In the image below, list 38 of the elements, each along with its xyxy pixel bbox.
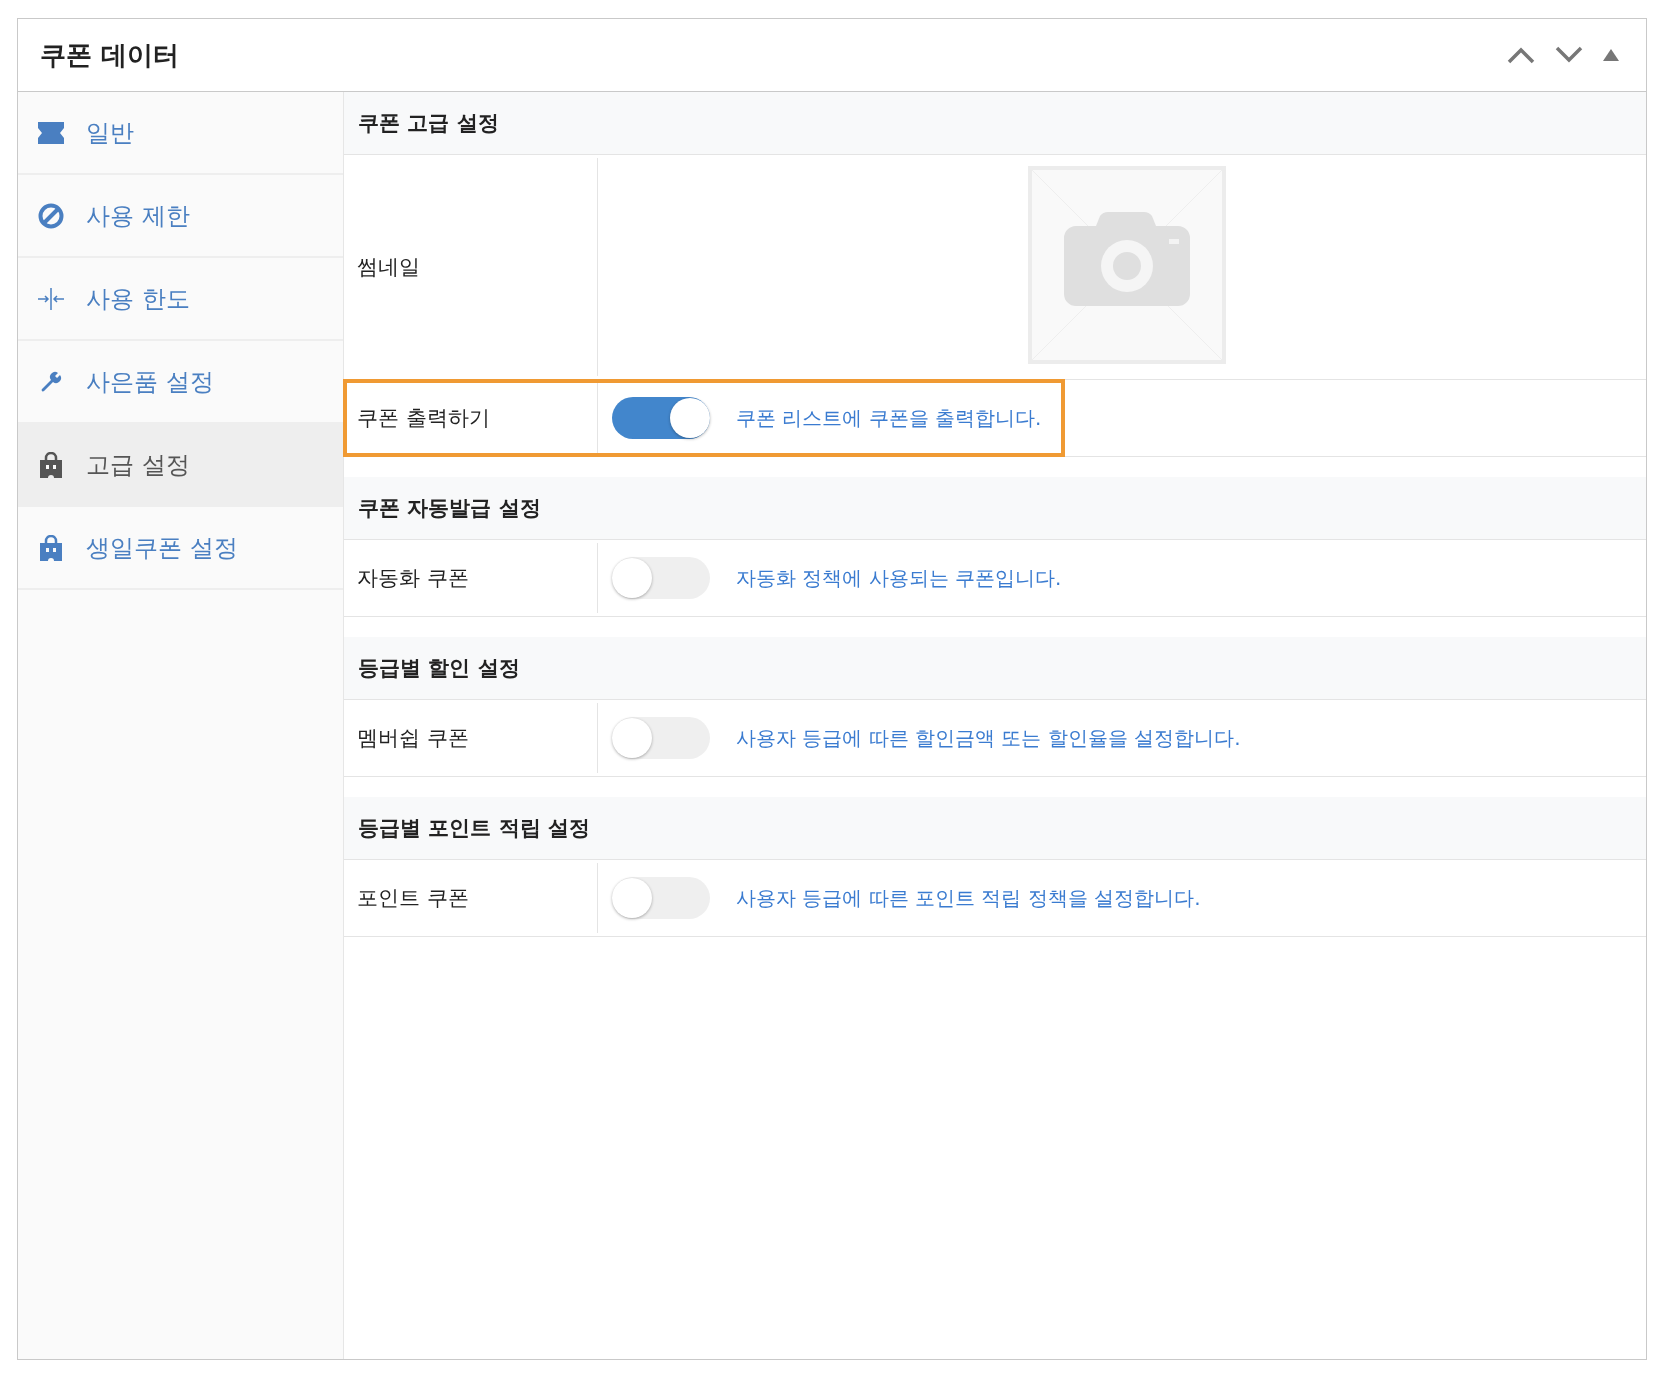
section-header: 쿠폰 고급 설정 bbox=[344, 92, 1646, 155]
chevron-down-icon bbox=[1554, 46, 1584, 64]
sidebar-item-label: 생일쿠폰 설정 bbox=[86, 532, 238, 564]
section-header: 등급별 할인 설정 bbox=[344, 637, 1646, 700]
toggle-switch[interactable] bbox=[612, 557, 710, 599]
field-label: 포인트 쿠폰 bbox=[357, 885, 469, 912]
sidebar-item[interactable]: 사용 제한 bbox=[18, 175, 343, 258]
toggle-switch[interactable] bbox=[612, 877, 710, 919]
description-text: 사용자 등급에 따른 할인금액 또는 할인율을 설정합니다. bbox=[736, 724, 1241, 752]
ticket-icon bbox=[38, 121, 64, 144]
triangle-up-icon bbox=[1602, 48, 1620, 62]
field-label: 썸네일 bbox=[357, 254, 420, 281]
panel-title: 쿠폰 데이터 bbox=[40, 38, 181, 72]
field-label: 멤버쉽 쿠폰 bbox=[357, 725, 469, 752]
sidebar-item-label: 사은품 설정 bbox=[86, 366, 214, 398]
field-label: 자동화 쿠폰 bbox=[357, 565, 469, 592]
sidebar-item[interactable]: 생일쿠폰 설정 bbox=[18, 507, 343, 590]
description-text: 자동화 정책에 사용되는 쿠폰입니다. bbox=[736, 564, 1062, 592]
chevron-up-icon bbox=[1506, 46, 1536, 64]
description-text: 사용자 등급에 따른 포인트 적립 정책을 설정합니다. bbox=[736, 884, 1201, 912]
sidebar-item-label: 사용 한도 bbox=[86, 283, 190, 315]
arrows-inward-icon bbox=[38, 287, 64, 310]
sidebar-item-label: 일반 bbox=[86, 117, 134, 149]
section-header: 등급별 포인트 적립 설정 bbox=[344, 797, 1646, 860]
section-header: 쿠폰 자동발급 설정 bbox=[344, 477, 1646, 540]
field-label: 쿠폰 출력하기 bbox=[357, 405, 490, 432]
bag-icon bbox=[38, 451, 64, 478]
toggle-switch[interactable] bbox=[612, 717, 710, 759]
sidebar-item[interactable]: 사용 한도 bbox=[18, 258, 343, 341]
sidebar-item-label: 사용 제한 bbox=[86, 200, 190, 232]
description-text: 쿠폰 리스트에 쿠폰을 출력합니다. bbox=[736, 404, 1042, 432]
sidebar-item-label: 고급 설정 bbox=[86, 449, 190, 481]
bag-icon bbox=[38, 534, 64, 561]
toggle-switch[interactable] bbox=[612, 397, 710, 439]
prohibited-icon bbox=[38, 202, 64, 229]
sidebar-item[interactable]: 일반 bbox=[18, 92, 343, 175]
wrench-icon bbox=[39, 369, 63, 394]
sidebar-item[interactable]: 고급 설정 bbox=[18, 424, 343, 507]
